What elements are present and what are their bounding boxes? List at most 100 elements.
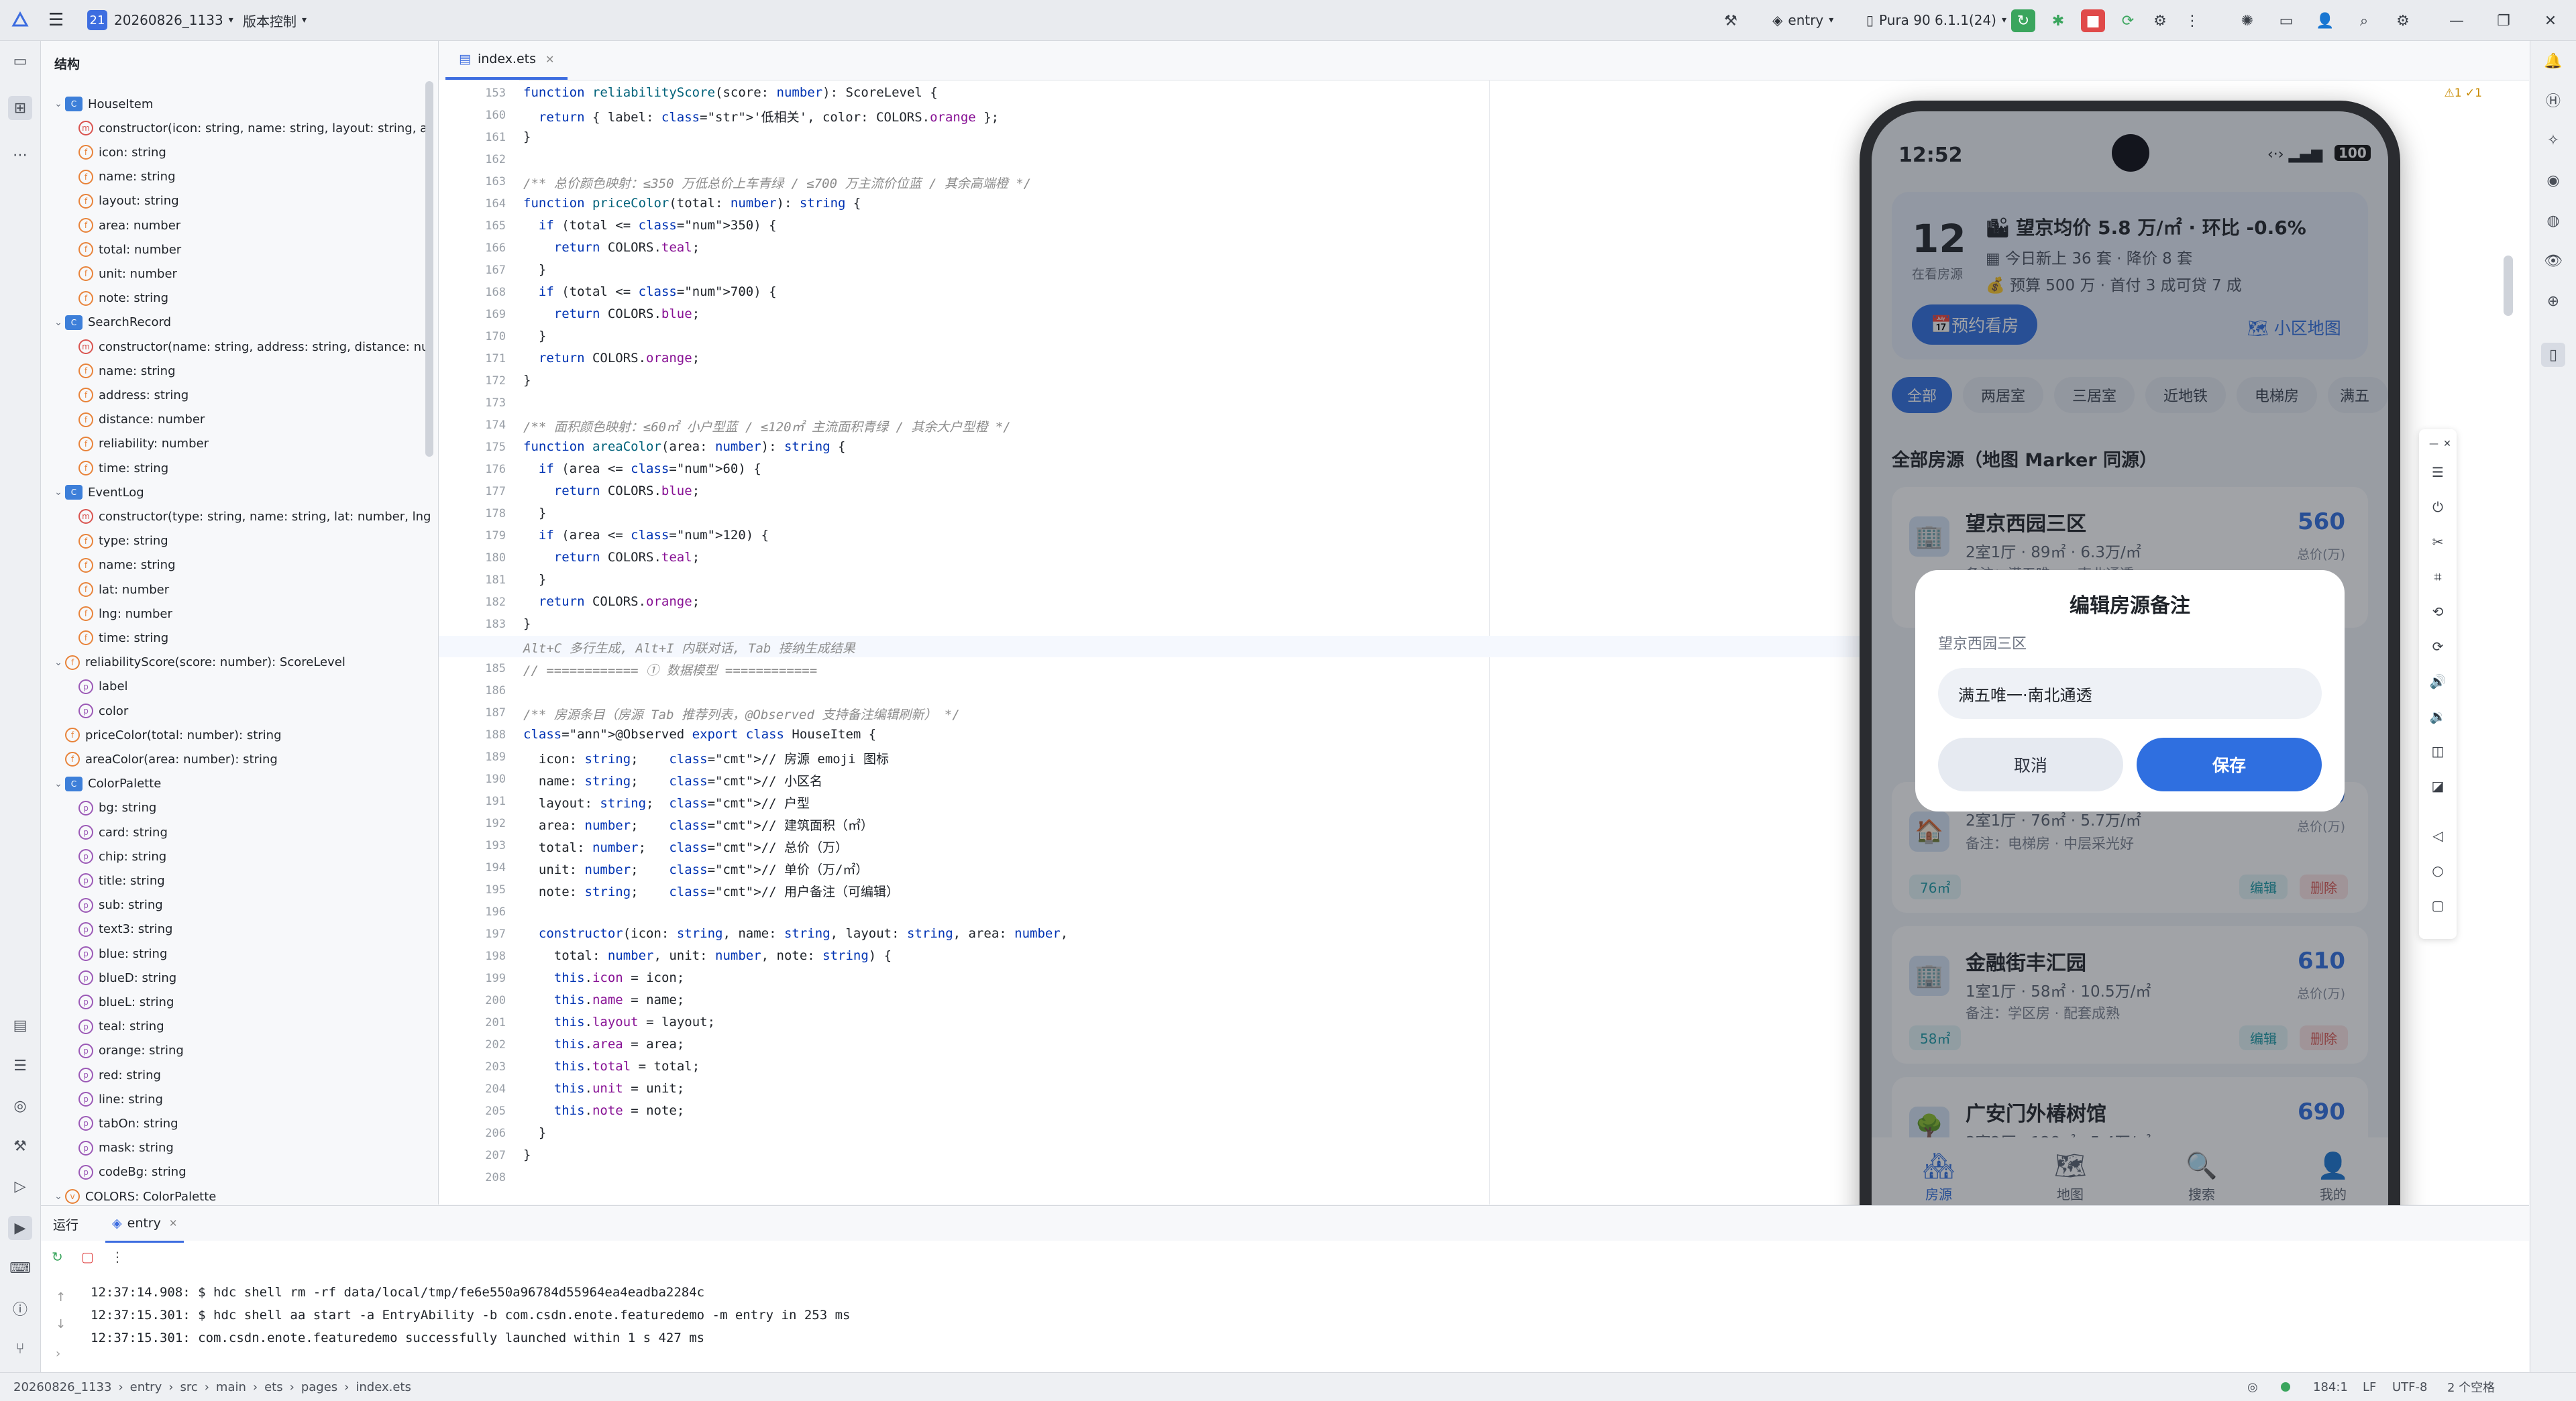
rotate-icon[interactable]: ⟲ — [2428, 602, 2447, 621]
recent-apps-icon[interactable]: ▢ — [2428, 896, 2447, 915]
screenshot-icon[interactable]: ◫ — [2428, 742, 2447, 761]
more-vertical-icon[interactable]: ⋮ — [111, 1249, 124, 1265]
tree-item[interactable]: p chip: string — [78, 844, 166, 868]
tree-item[interactable]: p card: string — [78, 820, 168, 844]
chevron-down-icon[interactable]: ⌄ — [52, 99, 65, 109]
file-encoding[interactable]: UTF-8 — [2392, 1373, 2427, 1401]
tree-item[interactable]: m constructor(type: string, name: string,… — [78, 504, 431, 528]
tree-item[interactable]: f address: string — [78, 383, 189, 407]
tree-item[interactable]: f time: string — [78, 456, 168, 480]
tree-item[interactable]: p bg: string — [78, 796, 156, 820]
indent-setting[interactable]: 2 个空格 — [2447, 1373, 2495, 1401]
tree-item[interactable]: p orange: string — [78, 1039, 184, 1063]
target-icon[interactable]: ◎ — [2247, 1373, 2258, 1401]
more-vertical-icon[interactable]: ⋮ — [2180, 9, 2204, 32]
crop-icon[interactable]: ⌗ — [2428, 567, 2447, 586]
rotate-right-icon[interactable]: ⟳ — [2428, 637, 2447, 656]
chevron-down-icon[interactable]: ⌄ — [52, 1191, 65, 1202]
run-tab-entry[interactable]: ◈ entry ✕ — [105, 1206, 184, 1243]
home-icon[interactable]: ○ — [2428, 861, 2447, 880]
volume-down-icon[interactable]: 🔉 — [2428, 707, 2447, 726]
tree-item[interactable]: f lng: number — [78, 602, 172, 626]
project-selector[interactable]: 21 20260826_1133 ▾ — [87, 0, 233, 40]
tree-item[interactable]: f type: string — [78, 529, 168, 553]
search-icon[interactable]: ⌕ — [2352, 9, 2376, 32]
tree-item[interactable]: p blue: string — [78, 942, 167, 966]
tree-item[interactable]: f layout: string — [78, 189, 179, 213]
profiler-icon[interactable]: ◎ — [8, 1094, 32, 1118]
preview-icon[interactable]: 👁 — [2541, 249, 2565, 273]
scroll-down-icon[interactable]: ↓ — [56, 1317, 66, 1331]
restore-icon[interactable]: ❐ — [2491, 9, 2516, 32]
tree-item[interactable]: ⌄ C EventLog — [52, 480, 144, 504]
tree-item[interactable]: f name: string — [78, 359, 176, 383]
tree-item[interactable]: p line: string — [78, 1087, 163, 1111]
tree-item[interactable]: f note: string — [78, 286, 168, 311]
tree-item[interactable]: m constructor(icon: string, name: string,… — [78, 116, 433, 140]
gear-icon[interactable]: ⚙ — [2391, 9, 2415, 32]
tree-item[interactable]: f name: string — [78, 553, 176, 577]
tree-item[interactable]: f lat: number — [78, 577, 169, 602]
breadcrumb-item[interactable]: 20260826_1133 — [13, 1380, 111, 1394]
tree-item[interactable]: f distance: number — [78, 408, 205, 432]
breadcrumb-item[interactable]: pages — [301, 1380, 337, 1394]
close-tab-icon[interactable]: ✕ — [545, 53, 554, 66]
apply-changes-icon[interactable]: ⟳ — [2116, 9, 2140, 32]
hint-icon[interactable]: Ⓗ — [2541, 88, 2565, 112]
structure-icon[interactable]: ⊞ — [8, 96, 32, 120]
ai-assistant-icon[interactable]: ✧ — [2541, 128, 2565, 152]
inspection-widget[interactable]: ⚠1 ✓1 — [2444, 87, 2482, 100]
tree-item[interactable]: ⌄ C HouseItem — [52, 92, 153, 116]
tree-item[interactable]: ⌄ f reliabilityScore(score: number): Score… — [52, 651, 345, 675]
line-separator[interactable]: LF — [2363, 1373, 2376, 1401]
close-icon[interactable]: ✕ — [2538, 9, 2563, 32]
close-icon[interactable]: ✕ — [2438, 435, 2457, 453]
app-logo-icon[interactable] — [11, 0, 30, 40]
tree-item[interactable]: p blueD: string — [78, 966, 176, 990]
codegenie-icon[interactable]: ◉ — [2541, 168, 2565, 192]
breadcrumb-item[interactable]: entry — [130, 1380, 162, 1394]
build-tools-icon[interactable]: ⚒ — [8, 1134, 32, 1158]
rerun-icon[interactable]: ↻ — [2011, 9, 2035, 32]
more-horizontal-icon[interactable]: ⋯ — [8, 143, 32, 167]
list-icon[interactable]: ☰ — [8, 1054, 32, 1078]
device-selector[interactable]: ▯ Pura 90 6.1.1(24) ▾ — [1866, 0, 2006, 40]
emulator-icon[interactable]: ▯ — [2541, 343, 2565, 367]
tree-item[interactable]: f total: number — [78, 237, 181, 262]
folder-icon[interactable]: ▭ — [2274, 9, 2298, 32]
tree-item[interactable]: f area: number — [78, 213, 180, 237]
build-icon[interactable]: ⚒ — [1719, 9, 1743, 32]
tree-item[interactable]: f reliability: number — [78, 432, 209, 456]
cancel-button[interactable]: 取消 — [1938, 738, 2123, 791]
tree-item[interactable]: f time: string — [78, 626, 168, 650]
breadcrumb-item[interactable]: index.ets — [356, 1380, 411, 1394]
cut-icon[interactable]: ✂ — [2428, 533, 2447, 551]
tree-item[interactable]: p teal: string — [78, 1015, 164, 1039]
structure-scrollbar[interactable] — [425, 81, 433, 457]
tree-item[interactable]: p title: string — [78, 868, 165, 893]
debug-icon[interactable]: ✱ — [2046, 9, 2070, 32]
save-button[interactable]: 保存 — [2137, 738, 2322, 791]
stop-icon[interactable]: ▢ — [81, 1249, 94, 1265]
tree-item[interactable]: p mask: string — [78, 1136, 174, 1160]
cursor-position[interactable]: 184:1 — [2313, 1373, 2348, 1401]
tree-item[interactable]: p text3: string — [78, 917, 172, 942]
tree-item[interactable]: p blueL: string — [78, 990, 174, 1014]
module-selector[interactable]: ◈ entry ▾ — [1772, 0, 1833, 40]
tree-item[interactable]: ⌄ C SearchRecord — [52, 311, 171, 335]
expand-icon[interactable]: › — [56, 1347, 60, 1361]
stop-icon[interactable]: ■ — [2081, 9, 2105, 32]
breadcrumb-item[interactable]: ets — [264, 1380, 283, 1394]
tree-item[interactable]: ⌄ v COLORS: ColorPalette — [52, 1184, 216, 1204]
volume-up-icon[interactable]: 🔊 — [2428, 672, 2447, 691]
tree-item[interactable]: p color — [78, 699, 128, 723]
main-menu-icon[interactable]: ☰ — [48, 0, 64, 40]
services-icon[interactable]: ▷ — [8, 1174, 32, 1198]
run-icon[interactable]: ▶ — [8, 1216, 32, 1240]
chevron-down-icon[interactable]: ⌄ — [52, 779, 65, 789]
scroll-up-icon[interactable]: ↑ — [56, 1290, 66, 1304]
tree-item[interactable]: p tabOn: string — [78, 1111, 178, 1135]
tree-item[interactable]: p codeBg: string — [78, 1160, 186, 1184]
notes-icon[interactable]: ▤ — [8, 1013, 32, 1038]
git-icon[interactable]: ⑂ — [8, 1337, 32, 1361]
